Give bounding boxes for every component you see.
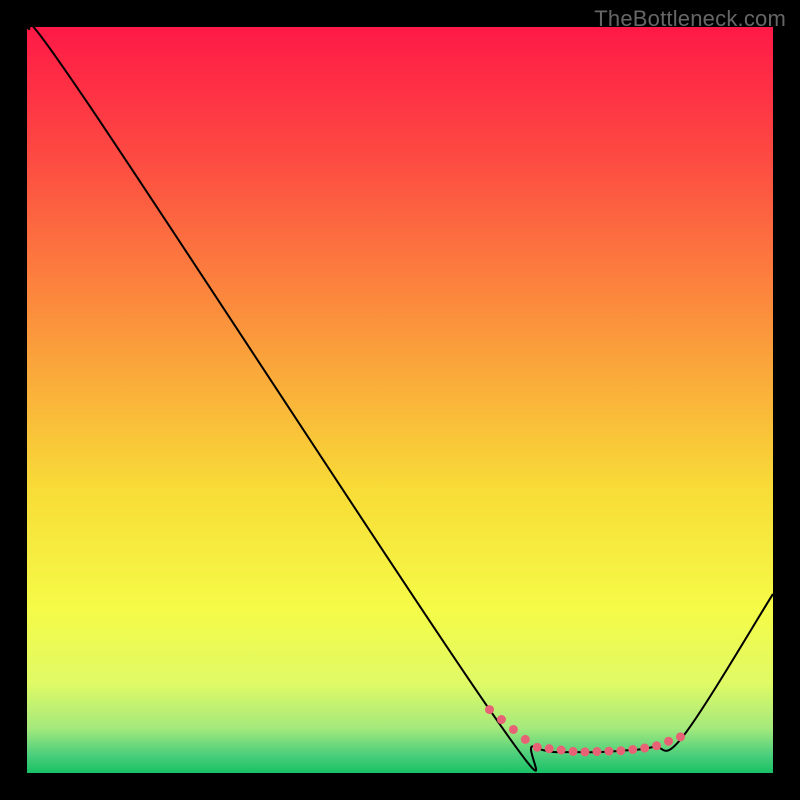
- curve-marker: [521, 735, 530, 744]
- curve-marker: [604, 747, 613, 756]
- curve-marker: [485, 705, 494, 714]
- curve-marker: [533, 743, 542, 752]
- curve-marker: [628, 745, 637, 754]
- curve-marker: [509, 725, 518, 734]
- curve-marker: [676, 732, 685, 741]
- curve-marker: [640, 744, 649, 753]
- curve-marker: [497, 715, 506, 724]
- curve-marker: [569, 747, 578, 756]
- chart-svg: [27, 27, 773, 773]
- chart-plot-area: [27, 27, 773, 773]
- curve-marker: [664, 737, 673, 746]
- curve-marker: [652, 741, 661, 750]
- curve-marker: [592, 747, 601, 756]
- chart-background: [27, 27, 773, 773]
- watermark-text: TheBottleneck.com: [594, 6, 786, 32]
- curve-marker: [581, 747, 590, 756]
- curve-marker: [545, 744, 554, 753]
- curve-marker: [616, 746, 625, 755]
- curve-marker: [557, 746, 566, 755]
